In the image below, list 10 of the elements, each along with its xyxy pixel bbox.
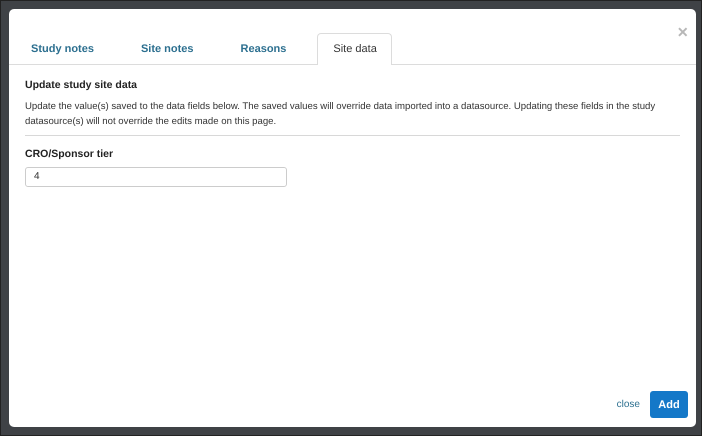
description-text: Update the value(s) saved to the data fields below. The saved values will override data imported into a datasource. Updating these fields in the study datasource(s) will not override the edits made on this page. bbox=[25, 100, 656, 129]
add-button[interactable]: Add bbox=[650, 391, 688, 418]
close-link[interactable]: close bbox=[616, 399, 640, 410]
tab[interactable]: Study notes bbox=[15, 33, 109, 65]
tab[interactable]: Site data bbox=[317, 33, 392, 65]
tab[interactable]: Site notes bbox=[124, 33, 209, 65]
input-field[interactable]: 4 bbox=[25, 166, 287, 186]
field-label: CRO/Sponsor tier bbox=[25, 148, 114, 160]
section-title: Update study site data bbox=[25, 79, 138, 91]
tab[interactable]: Reasons bbox=[224, 33, 302, 65]
